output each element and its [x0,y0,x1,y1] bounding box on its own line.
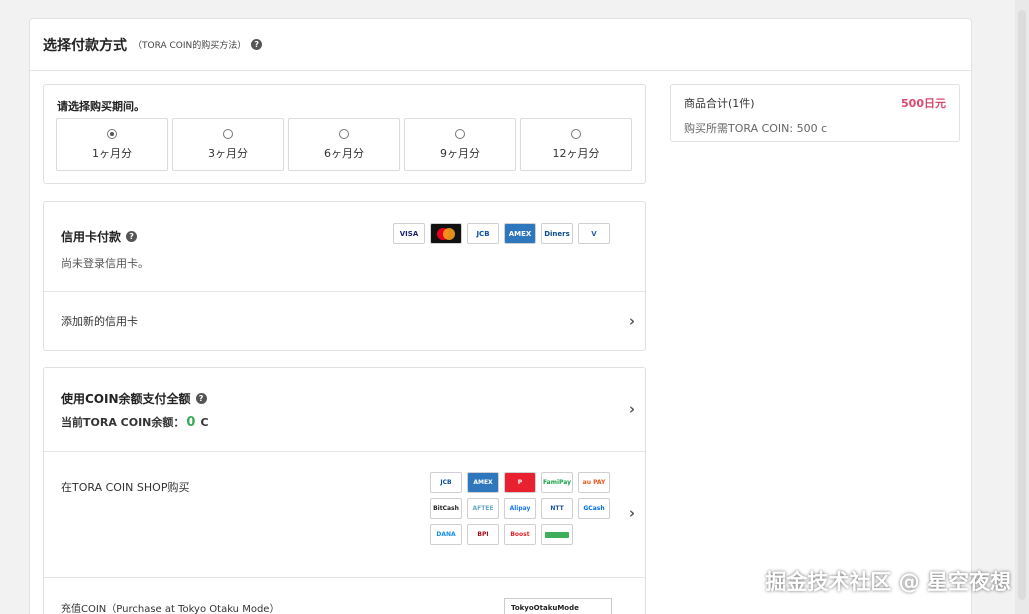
radio-icon[interactable] [571,128,581,139]
radio-icon[interactable] [223,128,233,139]
credit-card-title: 信用卡付款 ? [61,228,138,245]
period-option-label: 6ヶ月分 [324,146,364,160]
chevron-right-icon: › [628,400,635,418]
coin-balance-value: 0 [186,415,196,430]
payment-panel: 选择付款方式 （TORA COIN的购买方法） ? 请选择购买期间。 1ヶ月分 … [29,18,972,614]
period-option-1-month[interactable]: 1ヶ月分 [56,118,168,171]
alipay-logo: Alipay [504,498,536,519]
period-option-9-months[interactable]: 9ヶ月分 [404,118,516,171]
coin-balance: 当前TORA COIN余额： 0 C [61,414,209,430]
coin-shop-label: 在TORA COIN SHOP购买 [61,481,190,494]
panel-header: 选择付款方式 （TORA COIN的购买方法） ? [30,19,971,71]
period-option-6-months[interactable]: 6ヶ月分 [288,118,400,171]
green-logo [541,524,573,545]
visa-logo: VISA [393,223,425,244]
tokyo-otaku-row[interactable]: 充值COIN（Purchase at Tokyo Otaku Mode） Tok… [44,578,645,614]
ntt-logo: NTT [541,498,573,519]
credit-card-note: 尚未登录信用卡。 [61,257,149,270]
credit-card-section: 信用卡付款 ? 尚未登录信用卡。 VISA JCB AMEX Diners V [44,202,645,292]
period-option-label: 1ヶ月分 [92,146,132,160]
purchase-period-label: 请选择购买期间。 [57,100,145,113]
page-subtitle: （TORA COIN的购买方法） [133,41,247,51]
coin-balance-unit: C [200,416,209,429]
summary-total-row: 商品合计(1件) 500日元 [684,95,946,111]
page-scrollbar[interactable] [1015,0,1029,614]
period-option-label: 12ヶ月分 [552,146,600,160]
famipay-logo: FamiPay [541,472,573,493]
summary-total-label: 商品合计(1件) [684,97,755,110]
page-title: 选择付款方式 [43,37,127,54]
help-icon[interactable]: ? [195,393,207,404]
period-option-12-months[interactable]: 12ヶ月分 [520,118,632,171]
tokyo-otaku-logo: TokyoOtakuMode [504,598,612,614]
chevron-right-icon: › [628,504,635,522]
summary-coins-needed: 购买所需TORA COIN: 500 c [684,122,828,135]
add-credit-card-row[interactable]: 添加新的信用卡 › [44,292,645,350]
coin-title-text: 使用COIN余额支付全额 [61,392,191,406]
bitcash-logo: BitCash [430,498,462,519]
coin-shop-row[interactable]: 在TORA COIN SHOP购买 JCB AMEX P FamiPay au PAY B… [44,452,645,578]
boost-logo: Boost [504,524,536,545]
gcash-logo: GCash [578,498,610,519]
add-credit-card-label: 添加新的信用卡 [61,315,138,328]
au-pay-logo: au PAY [578,472,610,493]
coin-balance-row[interactable]: 使用COIN余额支付全额 ? 当前TORA COIN余额： 0 C › [44,368,645,452]
coin-shop-logos: JCB AMEX P FamiPay au PAY BitCash AFTEE Alipay N… [430,472,610,545]
chevron-right-icon: › [628,312,635,330]
amex-logo: AMEX [467,472,499,493]
amex-logo: AMEX [504,223,536,244]
credit-card-logos: VISA JCB AMEX Diners V [393,223,610,244]
help-icon[interactable]: ? [251,39,263,50]
order-summary: 商品合计(1件) 500日元 购买所需TORA COIN: 500 c [670,84,960,142]
coin-balance-prefix: 当前TORA COIN余额： [61,416,185,429]
jcb-logo: JCB [430,472,462,493]
credit-card-box: 信用卡付款 ? 尚未登录信用卡。 VISA JCB AMEX Diners V 添加新的… [43,201,646,351]
period-option-label: 9ヶ月分 [440,146,480,160]
diners-club-logo: Diners [541,223,573,244]
radio-icon[interactable] [339,128,349,139]
purchase-period-box: 请选择购买期间。 1ヶ月分 3ヶ月分 6ヶ月分 9ヶ月分 12ヶ月分 [43,84,646,184]
period-option-label: 3ヶ月分 [208,146,248,160]
scrollbar-thumb[interactable] [1018,10,1026,600]
watermark: 掘金技术社区 @ 星空夜想 [765,570,1011,594]
help-icon[interactable]: ? [126,231,138,242]
coin-title: 使用COIN余额支付全额 ? [61,390,207,407]
summary-total-price: 500日元 [901,97,946,110]
period-option-3-months[interactable]: 3ヶ月分 [172,118,284,171]
tokyo-otaku-label: 充值COIN（Purchase at Tokyo Otaku Mode） [61,604,280,614]
coin-payment-box: 使用COIN余额支付全额 ? 当前TORA COIN余额： 0 C › 在TOR… [43,367,646,614]
dana-logo: DANA [430,524,462,545]
v-preca-logo: V [578,223,610,244]
bpi-logo: BPI [467,524,499,545]
paypay-logo: P [504,472,536,493]
radio-selected-icon[interactable] [107,128,117,139]
radio-icon[interactable] [455,128,465,139]
credit-card-title-text: 信用卡付款 [61,230,122,244]
aftee-logo: AFTEE [467,498,499,519]
jcb-logo: JCB [467,223,499,244]
period-options: 1ヶ月分 3ヶ月分 6ヶ月分 9ヶ月分 12ヶ月分 [56,118,632,171]
mastercard-logo [430,223,462,244]
